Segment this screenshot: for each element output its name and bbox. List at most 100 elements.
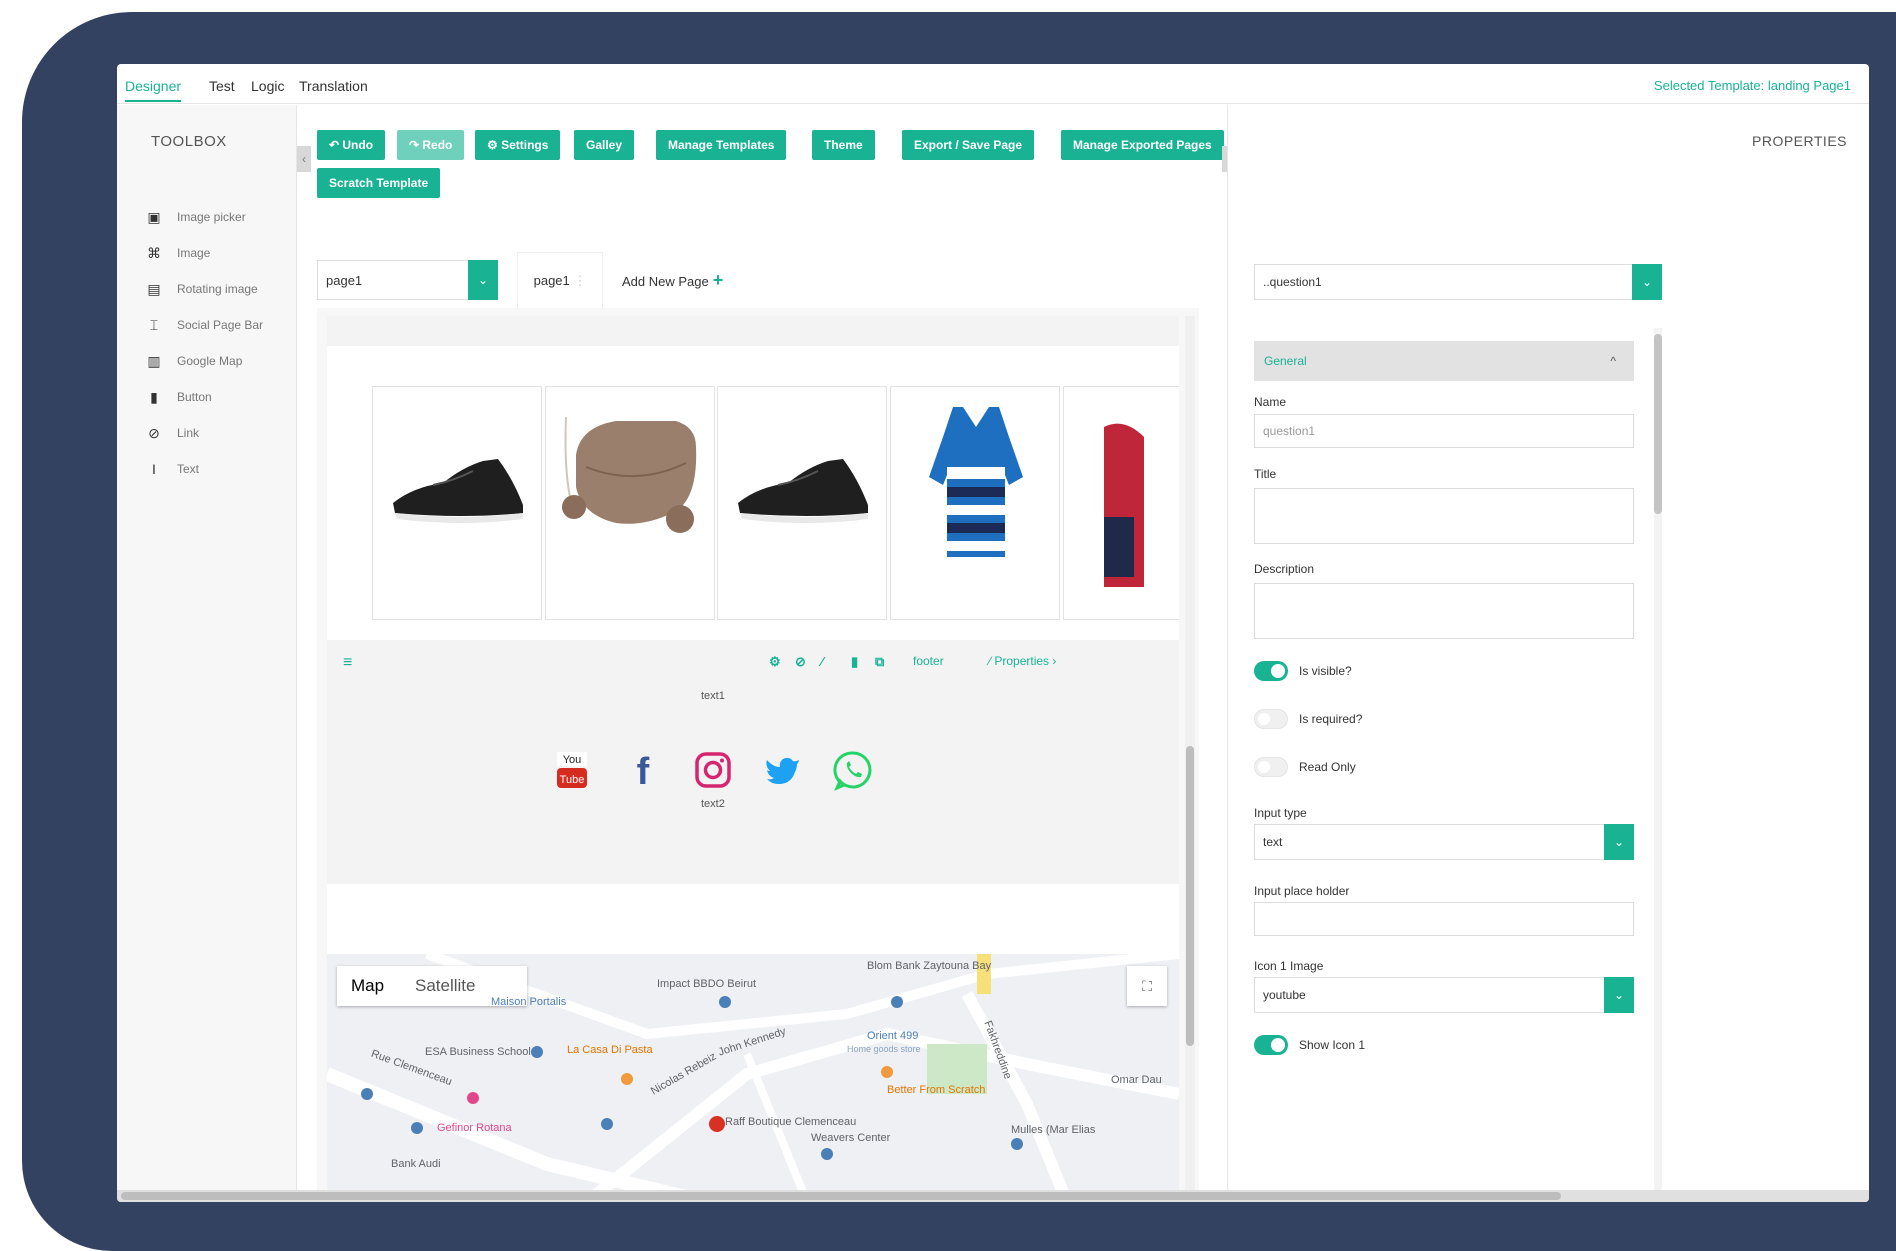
map-icon: ▥ [147, 352, 161, 369]
chevron-down-icon[interactable]: ⌄ [1632, 264, 1662, 300]
toolbox-item-rotating-image[interactable]: ▤ Rotating image [145, 277, 258, 301]
canvas-top-strip [327, 316, 1179, 346]
toolbox-item-label: Rotating image [177, 282, 258, 296]
page-tab-page1[interactable]: page1 ⋮ [517, 252, 603, 308]
question-select-value: ..question1 [1263, 275, 1322, 289]
toolbox-item-social-bar[interactable]: ⌶ Social Page Bar [145, 313, 263, 337]
page-select-value: page1 [326, 273, 363, 288]
toolbox-item-button[interactable]: ▮ Button [145, 385, 212, 409]
scratch-template-button[interactable]: Scratch Template [317, 168, 441, 198]
toolbox-collapse-button[interactable]: ‹ [297, 146, 311, 172]
general-section-header[interactable]: General ^ [1254, 341, 1634, 381]
redo-label: Redo [422, 138, 453, 152]
footer-social-block[interactable]: ≡ ⚙ ⊘ ⁄ ▮ ⧉ footer ⁄ Properties › text1 … [327, 640, 1179, 884]
delete-icon[interactable]: ▮ [851, 654, 858, 670]
toolbox-item-google-map[interactable]: ▥ Google Map [145, 349, 242, 373]
footer-name-label[interactable]: footer [913, 654, 944, 668]
export-save-button[interactable]: Export / Save Page [902, 130, 1035, 160]
map-place-label: Blom Bank Zaytouna Bay [867, 960, 992, 972]
properties-scrollbar[interactable] [1654, 328, 1662, 1202]
drag-handle-icon[interactable]: ⋮ [573, 273, 586, 288]
product-image-shoe-2[interactable] [717, 386, 887, 620]
page-select[interactable]: page1 ⌄ [317, 260, 498, 300]
manage-templates-button[interactable]: Manage Templates [656, 130, 787, 160]
image-icon: ⌘ [147, 244, 161, 261]
map-place-label: Gefinor Rotana [437, 1122, 512, 1134]
add-new-page-button[interactable]: Add New Page + [622, 270, 723, 291]
youtube-icon[interactable]: You Tube [551, 748, 595, 792]
page-tab-label: page1 [533, 273, 570, 288]
rotating-image-icon: ▤ [147, 280, 161, 297]
tab-translation[interactable]: Translation [299, 78, 368, 94]
toolbox-panel: TOOLBOX ▣ Image picker ⌘ Image ▤ Rotating i… [117, 105, 297, 1202]
input-type-value: text [1263, 835, 1283, 849]
properties-link[interactable]: ⁄ Properties › [989, 654, 1056, 668]
product-image-polo-shirt[interactable] [890, 386, 1060, 620]
manage-exported-button[interactable]: Manage Exported Pages [1061, 130, 1224, 160]
map-type-satellite[interactable]: Satellite [415, 976, 475, 996]
is-required-toggle[interactable] [1254, 709, 1288, 729]
properties-title: PROPERTIES [1752, 133, 1847, 149]
undo-label: Undo [342, 138, 374, 152]
hide-icon[interactable]: ⊘ [795, 654, 806, 670]
svg-text:You: You [563, 754, 582, 766]
chevron-down-icon[interactable]: ⌄ [1604, 977, 1634, 1013]
toolbox-item-label: Image picker [177, 210, 246, 224]
tab-test[interactable]: Test [209, 78, 235, 94]
icon1-value: youtube [1263, 988, 1306, 1002]
fullscreen-icon[interactable]: ⛶ [1127, 966, 1167, 1006]
name-input[interactable]: question1 [1254, 414, 1634, 448]
read-only-label: Read Only [1299, 760, 1356, 774]
is-visible-toggle[interactable] [1254, 661, 1288, 681]
toolbox-item-link[interactable]: ⊘ Link [145, 421, 199, 445]
title-textarea[interactable] [1254, 488, 1634, 544]
text1-label: text1 [701, 690, 725, 702]
instagram-icon[interactable] [691, 748, 735, 792]
tab-logic[interactable]: Logic [251, 78, 284, 94]
redo-button[interactable]: ↷ Redo [397, 130, 465, 160]
toolbox-item-image-picker[interactable]: ▣ Image picker [145, 205, 246, 229]
title-label: Title [1254, 467, 1277, 481]
tab-designer[interactable]: Designer [125, 78, 182, 102]
svg-text:f: f [637, 751, 650, 792]
input-type-select[interactable]: text ⌄ [1254, 824, 1634, 860]
canvas-scrollbar-thumb[interactable] [1186, 746, 1194, 1046]
toolbox-item-image[interactable]: ⌘ Image [145, 241, 210, 265]
horizontal-scrollbar[interactable] [117, 1190, 1869, 1202]
is-required-label: Is required? [1299, 712, 1363, 726]
map-place-label: Omar Dau [1111, 1074, 1162, 1086]
brush-icon[interactable]: ⁄ [821, 654, 823, 669]
copy-icon[interactable]: ⧉ [875, 654, 884, 670]
product-image-bag[interactable] [545, 386, 715, 620]
map-type-map[interactable]: Map [351, 976, 384, 996]
chevron-down-icon[interactable]: ⌄ [1604, 824, 1634, 860]
whatsapp-icon[interactable] [831, 748, 875, 792]
chevron-down-icon[interactable]: ⌄ [468, 260, 498, 300]
settings-button[interactable]: ⚙ Settings [475, 130, 561, 160]
theme-button[interactable]: Theme [812, 130, 875, 160]
horizontal-scrollbar-thumb[interactable] [121, 1192, 1561, 1200]
placeholder-input[interactable] [1254, 902, 1634, 936]
gallery-button[interactable]: Galley [574, 130, 635, 160]
settings-icon[interactable]: ⚙ [769, 654, 781, 670]
menu-icon[interactable]: ≡ [343, 654, 352, 672]
icon1-select[interactable]: youtube ⌄ [1254, 977, 1634, 1013]
design-canvas: ≡ ⚙ ⊘ ⁄ ▮ ⧉ footer ⁄ Properties › text1 … [317, 308, 1199, 1202]
read-only-toggle[interactable] [1254, 757, 1288, 777]
product-image-shoe[interactable] [372, 386, 542, 620]
show-icon1-toggle[interactable] [1254, 1035, 1288, 1055]
map-place-label: La Casa Di Pasta [567, 1044, 653, 1056]
question-select[interactable]: ..question1 ⌄ [1254, 264, 1662, 300]
map-place-label: Mulles (Mar Elias [1011, 1124, 1096, 1136]
properties-scrollbar-thumb[interactable] [1654, 334, 1662, 514]
twitter-icon[interactable] [761, 748, 805, 792]
canvas-scrollbar[interactable] [1185, 316, 1195, 1202]
description-textarea[interactable] [1254, 583, 1634, 639]
map-place-label: Bank Audi [391, 1158, 441, 1170]
text2-label: text2 [701, 798, 725, 810]
google-map[interactable]: Map Satellite ⛶ Maison Portalis Impact B… [327, 954, 1179, 1202]
facebook-icon[interactable]: f [621, 748, 665, 792]
product-image-backpack[interactable] [1063, 386, 1179, 620]
undo-button[interactable]: ↶ Undo [317, 130, 386, 160]
toolbox-item-text[interactable]: I Text [145, 457, 199, 481]
